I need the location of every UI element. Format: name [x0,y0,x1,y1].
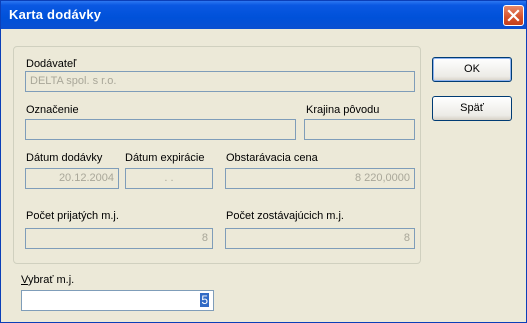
back-button[interactable]: Späť [432,96,512,121]
remaining-units-field: 8 [225,228,415,249]
select-units-label-text: ybrať m.j. [27,274,75,286]
supplier-label: Dodávateľ [26,58,77,70]
select-units-label: Vybrať m.j. [21,274,74,286]
delivery-date-field: 20.12.2004 [25,168,119,189]
designation-field [25,119,296,140]
remaining-units-label: Počet zostávajúcich m.j. [226,210,344,222]
close-icon [507,9,520,22]
window-title: Karta dodávky [9,7,102,22]
origin-country-field [304,119,415,140]
select-units-value: 5 [200,293,209,307]
expiry-date-field: . . [125,168,213,189]
purchase-price-field: 8 220,0000 [225,168,415,189]
received-units-field: 8 [25,228,213,249]
designation-label: Označenie [26,104,79,116]
received-units-label: Počet prijatých m.j. [26,210,119,222]
title-bar[interactable]: Karta dodávky [1,1,526,29]
close-button[interactable] [503,5,524,26]
ok-button[interactable]: OK [432,57,512,82]
expiry-date-label: Dátum expirácie [125,152,205,164]
purchase-price-label: Obstarávacia cena [226,152,318,164]
delivery-card-dialog: Karta dodávky Dodávateľ DELTA spol. s r.… [0,0,527,323]
origin-country-label: Krajina pôvodu [306,104,380,116]
supplier-field: DELTA spol. s r.o. [25,71,415,92]
select-units-hotkey: V [21,274,28,286]
select-units-input[interactable]: 5 [21,290,214,311]
delivery-date-label: Dátum dodávky [26,152,103,164]
